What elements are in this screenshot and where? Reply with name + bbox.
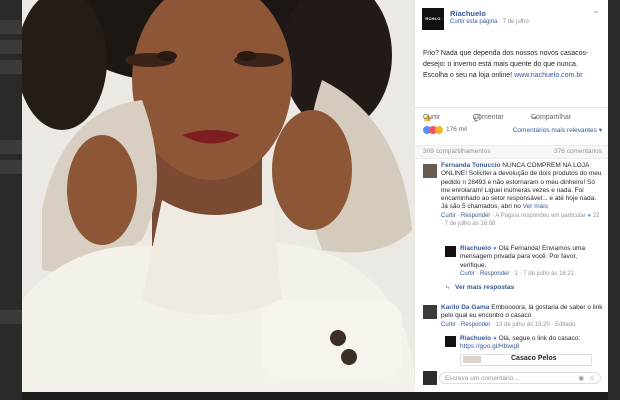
reaction-icons: ● [587, 212, 592, 219]
options-icon[interactable]: ⌄ [592, 5, 600, 16]
like-label: Curtir [423, 114, 441, 121]
comment-placeholder: Escreva um comentário... [445, 375, 519, 382]
post-text: Frio? Nada que dependa dos nossos novos … [415, 34, 608, 81]
comment-author[interactable]: Karilo Da Gama [441, 304, 489, 311]
reply-body: Riachuelo ● Olá Fernanda! Enviamos uma m… [460, 245, 600, 278]
comment-status: A Página respondeu em particular [495, 212, 586, 219]
comment-author[interactable]: Fernanda Tonuccio [441, 162, 500, 169]
page-logo[interactable]: RCHLO [422, 8, 444, 30]
background-strip [0, 60, 22, 74]
background-strip [0, 40, 22, 54]
comment-label: Comentar [473, 114, 504, 121]
link-preview-card[interactable]: Casaco Pelos [460, 353, 592, 366]
follow-page-link[interactable]: Curtir esta página [450, 19, 497, 25]
reply-text: Olá, segue o link do casaco: [498, 335, 581, 342]
verified-icon: ● [492, 245, 497, 252]
chevron-down-icon: ▾ [598, 127, 602, 134]
more-replies-link[interactable]: Ver mais respostas [455, 284, 514, 292]
reply-author[interactable]: Riachuelo [460, 335, 491, 342]
background-right [608, 0, 620, 400]
reply-time[interactable]: 7 de julho às 16:21 [523, 271, 574, 277]
counts-row: 309 compartilhamentos 376 comentários [415, 145, 608, 159]
comment-meta: Curtir · Responder · A Página respondeu … [441, 212, 600, 228]
sort-comments-dropdown[interactable]: Comentários mais relevantes ▾ [513, 126, 602, 134]
reply-author[interactable]: Riachuelo [460, 245, 491, 252]
more-replies-row: ↳ Ver mais respostas [415, 284, 608, 294]
comment-time[interactable]: 7 de julho às 16:08 [445, 221, 496, 227]
post-subline: Curtir esta página · 7 de julho [450, 19, 529, 25]
logo-text: RCHLO [425, 16, 441, 21]
reply-actions[interactable]: Curtir · Responder [460, 271, 509, 277]
avatar [423, 371, 437, 385]
link-preview-title: Casaco Pelos [511, 354, 557, 362]
comment-meta: Curtir · Responder · 13 de julho às 19:2… [441, 321, 576, 328]
see-more-link[interactable]: Ver mais [523, 203, 548, 210]
avatar[interactable] [423, 164, 437, 178]
reactions-row: 176 mil Comentários mais relevantes ▾ [415, 124, 608, 138]
comment-text: NUNCA COMPREM NA LOJA ONLINE! Solicitei … [441, 162, 602, 211]
verified-icon: ● [492, 335, 497, 342]
comment-item: Karilo Da Gama Emboooora, lá gostaria de… [415, 304, 608, 334]
comment-actions[interactable]: Curtir · Responder [441, 322, 490, 328]
comment-input[interactable]: Escreva um comentário... ◉ ☺ [439, 372, 601, 384]
comment-body: Fernanda Tonuccio NUNCA COMPREM NA LOJA … [441, 162, 603, 228]
action-bar: 👍 Curtir 💬 Comentar ↪ Compartilhar [415, 107, 608, 122]
comment-item: Fernanda Tonuccio NUNCA COMPREM NA LOJA … [415, 162, 608, 242]
background-left [0, 0, 22, 400]
comment-reaction-count[interactable]: 22 [593, 213, 600, 219]
post-panel: RCHLO Riachuelo Curtir esta página · 7 d… [415, 0, 608, 392]
link-preview-thumbnail [463, 355, 481, 363]
post-photo[interactable] [22, 0, 415, 392]
reply-body: Riachuelo ● Olá, segue o link do casaco:… [460, 335, 600, 366]
reply-meta: Curtir · Responder · 1 · 7 de julho às 1… [460, 270, 575, 277]
post-link[interactable]: www.riachuelo.com.br [514, 72, 582, 79]
haha-reaction-icon[interactable] [435, 126, 443, 134]
comments-count[interactable]: 376 comentários [554, 148, 602, 155]
reply-item: Riachuelo ● Olá, segue o link do casaco:… [415, 334, 608, 370]
camera-icon[interactable]: ◉ [578, 373, 584, 385]
background-strip [0, 140, 22, 154]
comment-body: Karilo Da Gama Emboooora, lá gostaria de… [441, 304, 603, 329]
reply-item: Riachuelo ● Olá Fernanda! Enviamos uma m… [415, 243, 608, 281]
comment-time[interactable]: 13 de julho às 19:20 · Editado [496, 322, 576, 328]
reaction-count[interactable]: 176 mil [446, 126, 467, 133]
comment-actions[interactable]: Curtir · Responder [441, 213, 490, 219]
share-label: Compartilhar [531, 114, 572, 121]
avatar[interactable] [445, 246, 456, 257]
post-date[interactable]: 7 de julho [503, 19, 529, 25]
sort-label: Comentários mais relevantes [512, 127, 597, 134]
model-photo-illustration [22, 0, 415, 392]
reply-reaction-count[interactable]: 1 [515, 271, 518, 277]
page-name[interactable]: Riachuelo [450, 9, 486, 18]
shares-count[interactable]: 309 compartilhamentos [423, 148, 491, 155]
avatar[interactable] [445, 336, 456, 347]
background-strip [0, 160, 22, 174]
post-header: RCHLO Riachuelo Curtir esta página · 7 d… [415, 0, 608, 34]
emoji-icon[interactable]: ☺ [588, 373, 595, 385]
comment-composer: Escreva um comentário... ◉ ☺ [415, 370, 608, 386]
background-strip [0, 20, 22, 34]
reply-url[interactable]: https://goo.gl/Hbwq8 [460, 343, 600, 351]
background-strip [0, 310, 22, 324]
avatar[interactable] [423, 305, 437, 319]
reply-arrow-icon: ↳ [445, 284, 451, 291]
